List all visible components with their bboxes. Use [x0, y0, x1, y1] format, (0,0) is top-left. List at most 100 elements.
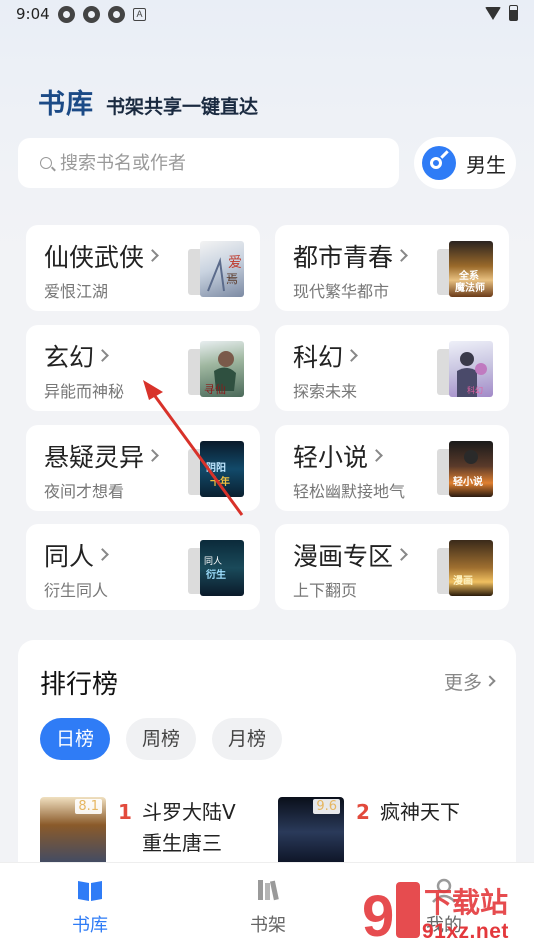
chevron-right-icon [484, 674, 496, 687]
book-cover-image: 轻小说 [449, 441, 493, 497]
nav-label: 书架 [250, 915, 286, 936]
watermark-text: 91xz.net [422, 920, 509, 943]
book-cover-image: 科幻 [449, 341, 493, 397]
category-name: 玄幻 [44, 343, 95, 372]
book-title-line: 重生唐三 [142, 831, 222, 855]
gender-toggle-button[interactable]: 男生 [414, 137, 516, 189]
chevron-right-icon [370, 448, 383, 462]
svg-text:衍生: 衍生 [205, 568, 226, 581]
notification-app-icon [58, 6, 75, 23]
chevron-right-icon [146, 448, 159, 462]
book-cover-image: 阴阳 十年 [200, 441, 244, 497]
status-bar: 9:04 A [0, 0, 534, 28]
ranking-more-button[interactable]: 更多 [444, 668, 496, 695]
book-cover-image: 同人 衍生 [200, 540, 244, 596]
svg-text:十年: 十年 [210, 475, 230, 488]
svg-text:同人: 同人 [204, 556, 222, 567]
book-cover-image: 寻仙 [200, 341, 244, 397]
category-name: 漫画专区 [293, 542, 394, 571]
book-cover-image: 9.6 [278, 797, 344, 867]
category-desc: 上下翻页 [293, 581, 358, 600]
category-card-dushi[interactable]: 都市青春 现代繁华都市 全系 魔法师 [275, 225, 509, 311]
battery-icon [509, 5, 518, 21]
chevron-right-icon [395, 547, 408, 561]
category-desc: 轻松幽默接地气 [293, 482, 406, 501]
category-desc: 衍生同人 [44, 581, 109, 600]
book-title: 疯神天下 [380, 797, 460, 828]
tab-weekly[interactable]: 周榜 [126, 718, 196, 760]
category-card-kehuan[interactable]: 科幻 探索未来 科幻 [275, 325, 509, 411]
category-desc: 夜间才想看 [44, 482, 125, 501]
svg-text:轻小说: 轻小说 [453, 475, 483, 488]
nav-library[interactable]: 书库 [50, 875, 130, 937]
watermark-logo: 9 下载站 91xz.net [360, 878, 534, 950]
search-bar[interactable] [18, 138, 399, 188]
nav-bookshelf[interactable]: 书架 [228, 875, 308, 937]
svg-text:阴阳: 阴阳 [206, 462, 226, 474]
tab-daily[interactable]: 日榜 [40, 718, 110, 760]
chevron-right-icon [146, 248, 159, 262]
category-card-xuanyi[interactable]: 悬疑灵异 夜间才想看 阴阳 十年 [26, 425, 260, 511]
bookshelf-icon [253, 875, 283, 905]
nav-label: 书库 [72, 915, 108, 936]
category-card-tongren[interactable]: 同人 衍生同人 同人 衍生 [26, 524, 260, 610]
book-title-line: 斗罗大陆V [142, 800, 236, 824]
wifi-icon [485, 6, 501, 20]
svg-text:全系: 全系 [458, 269, 479, 282]
category-card-manhua[interactable]: 漫画专区 上下翻页 漫画 [275, 524, 509, 610]
chevron-right-icon [395, 248, 408, 262]
book-score: 9.6 [313, 799, 340, 814]
ranking-book-item[interactable]: 9.6 2 疯神天下 [278, 797, 498, 867]
category-name: 同人 [44, 542, 95, 571]
svg-text:爱: 爱 [228, 255, 242, 271]
page-header: 书库 书架共享一键直达 [38, 82, 258, 121]
page-title: 书库 [38, 89, 94, 120]
svg-text:焉: 焉 [226, 272, 238, 286]
category-card-xianxia[interactable]: 仙侠武侠 爱恨江湖 爱焉 [26, 225, 260, 311]
category-name: 轻小说 [293, 443, 369, 472]
book-rank-number: 2 [356, 800, 370, 824]
category-name: 仙侠武侠 [44, 243, 145, 272]
gender-label: 男生 [466, 152, 506, 177]
notification-icons: A [58, 6, 146, 23]
category-card-xuanhuan[interactable]: 玄幻 异能而神秘 寻仙 [26, 325, 260, 411]
svg-text:漫画: 漫画 [453, 575, 473, 587]
chevron-right-icon [96, 348, 109, 362]
notification-app-icon [108, 6, 125, 23]
category-desc: 异能而神秘 [44, 382, 125, 401]
book-title: 斗罗大陆V 重生唐三 [142, 797, 236, 859]
book-cover-image: 8.1 [40, 797, 106, 867]
book-cover-image: 漫画 [449, 540, 493, 596]
category-desc: 爱恨江湖 [44, 282, 109, 301]
svg-text:科幻: 科幻 [467, 385, 483, 395]
ranking-book-item[interactable]: 8.1 1 斗罗大陆V 重生唐三 [40, 797, 260, 867]
book-score: 8.1 [75, 799, 102, 814]
category-name: 都市青春 [293, 243, 394, 272]
notification-a-icon: A [133, 8, 146, 21]
svg-text:寻仙: 寻仙 [204, 383, 226, 396]
book-rank-number: 1 [118, 800, 132, 824]
tab-monthly[interactable]: 月榜 [212, 718, 282, 760]
book-title-line: 疯神天下 [380, 800, 460, 824]
system-icons [485, 5, 518, 21]
category-card-qingxiaoshuo[interactable]: 轻小说 轻松幽默接地气 轻小说 [275, 425, 509, 511]
book-cover-image: 爱焉 [200, 241, 244, 297]
svg-text:下载站: 下载站 [424, 886, 508, 919]
status-time: 9:04 [16, 5, 50, 23]
svg-text:9: 9 [362, 884, 394, 949]
svg-text:魔法师: 魔法师 [455, 281, 485, 294]
book-open-icon [75, 875, 105, 905]
search-icon [40, 157, 52, 169]
chevron-right-icon [96, 547, 109, 561]
male-icon [422, 146, 456, 180]
category-name: 悬疑灵异 [44, 443, 145, 472]
notification-app-icon [83, 6, 100, 23]
page-subtitle: 书架共享一键直达 [106, 96, 259, 118]
search-input[interactable] [60, 152, 380, 174]
category-name: 科幻 [293, 343, 344, 372]
ranking-card: 排行榜 更多 日榜 周榜 月榜 8.1 1 斗罗大陆V 重生唐三 9.6 2 疯… [18, 640, 516, 880]
book-cover-image: 全系 魔法师 [449, 241, 493, 297]
ranking-title: 排行榜 [40, 670, 119, 700]
category-desc: 探索未来 [293, 382, 358, 401]
chevron-right-icon [345, 348, 358, 362]
